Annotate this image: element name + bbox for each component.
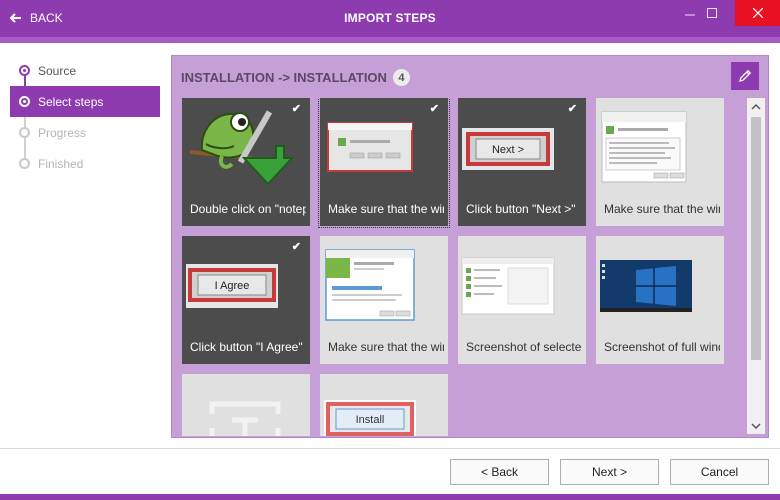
license-window-icon — [601, 111, 687, 183]
next-step-button[interactable]: Next > — [560, 459, 659, 485]
check-icon: ✔ — [291, 241, 301, 253]
step-card[interactable]: Screenshot of selected area — [458, 236, 586, 364]
count-badge: 4 — [392, 69, 410, 86]
scroll-down-button[interactable] — [747, 418, 765, 434]
step-grid: ✔ Double click on "notepad++.exe" ✔ Make… — [182, 98, 742, 436]
card-caption: Screenshot of full window — [604, 340, 720, 354]
step-label: Finished — [38, 156, 84, 171]
window-title: IMPORT STEPS — [344, 11, 436, 25]
step-card[interactable]: ✔ Make sure that the window appears — [318, 98, 450, 228]
minimize-icon — [685, 14, 695, 16]
close-icon — [752, 8, 763, 18]
step-finished: Finished — [10, 148, 160, 179]
card-caption: Make sure that the window appears — [328, 202, 444, 216]
close-button[interactable] — [735, 0, 780, 26]
back-step-button[interactable]: < Back — [450, 459, 549, 485]
vertical-scrollbar[interactable] — [747, 98, 765, 434]
cancel-button[interactable]: Cancel — [670, 459, 769, 485]
title-bar: BACK IMPORT STEPS — [0, 0, 780, 37]
step-card[interactable]: Screenshot of full window — [596, 236, 724, 364]
step-label: Select steps — [38, 94, 104, 109]
card-caption: Click button "I Agree" — [190, 340, 303, 354]
step-dot-icon — [19, 65, 30, 76]
installer-window-icon — [325, 249, 415, 321]
step-card[interactable]: Make sure that the window appears — [320, 236, 448, 364]
area-screenshot-icon — [461, 257, 555, 315]
placeholder-window-icon — [209, 401, 281, 436]
card-caption: Screenshot of selected area — [466, 340, 582, 354]
step-card[interactable]: Make sure that the window appears — [596, 98, 724, 226]
panel-title: INSTALLATION -> INSTALLATION — [181, 70, 387, 85]
bottom-accent-bar — [0, 494, 780, 500]
chevron-up-icon — [751, 103, 761, 110]
step-select-steps[interactable]: Select steps — [10, 86, 160, 117]
step-card[interactable]: I Agree ✔ Click button "I Agree" — [182, 236, 310, 364]
panel-header: INSTALLATION -> INSTALLATION 4 — [181, 69, 410, 86]
scroll-thumb[interactable] — [751, 117, 761, 360]
step-label: Progress — [38, 125, 87, 140]
thumb-agree-text: I Agree — [215, 280, 250, 292]
thumb-next-text: Next > — [492, 144, 524, 156]
card-caption: Make sure that the window appears — [604, 202, 720, 216]
step-card[interactable]: Install — [320, 374, 448, 436]
step-dot-icon — [19, 127, 30, 138]
check-icon: ✔ — [567, 103, 577, 115]
title-strip — [0, 37, 780, 43]
check-icon: ✔ — [291, 103, 301, 115]
chevron-down-icon — [751, 422, 761, 429]
step-card[interactable] — [182, 374, 310, 436]
scroll-up-button[interactable] — [747, 98, 765, 114]
thumb-install-text: Install — [356, 414, 385, 426]
maximize-button[interactable] — [697, 0, 727, 26]
pencil-icon — [739, 69, 752, 82]
desktop-screenshot-icon — [600, 260, 692, 312]
install-button-thumb-icon: Install — [324, 400, 416, 436]
card-caption: Click button "Next >" — [466, 202, 576, 216]
step-source[interactable]: Source — [10, 55, 160, 86]
maximize-icon — [707, 8, 717, 18]
edit-button[interactable] — [731, 62, 759, 90]
card-caption: Double click on "notepad++.exe" — [190, 202, 306, 216]
step-card[interactable]: ✔ Double click on "notepad++.exe" — [182, 98, 310, 226]
check-icon: ✔ — [429, 103, 439, 115]
card-caption: Make sure that the window appears — [328, 340, 444, 354]
step-dot-icon — [19, 158, 30, 169]
steps-panel: INSTALLATION -> INSTALLATION 4 ✔ Double … — [171, 55, 769, 438]
step-dot-icon — [19, 96, 30, 107]
step-label: Source — [38, 63, 77, 78]
step-progress: Progress — [10, 117, 160, 148]
wizard-steps: Source Select steps Progress Finished — [10, 55, 160, 179]
step-card[interactable]: Next > ✔ Click button "Next >" — [458, 98, 586, 226]
footer-divider — [0, 448, 780, 449]
